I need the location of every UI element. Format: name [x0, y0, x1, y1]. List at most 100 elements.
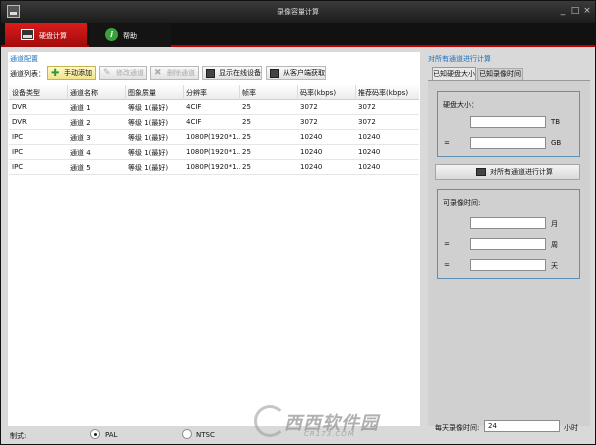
add-channel-button[interactable]: ✚ 手动添加: [47, 66, 96, 80]
cell-channel-name: 通道 5: [70, 164, 91, 172]
cell-bitrate: 3072: [300, 118, 318, 126]
disk-size-tb-input[interactable]: [470, 116, 546, 128]
table-row[interactable]: DVR 通道 1 等级 1(最好) 4CIF 25 3072 3072: [9, 100, 419, 115]
calc-panel-title: 对所有通道进行计算: [428, 55, 491, 63]
cell-bitrate: 3072: [300, 103, 318, 111]
window-title: 录像容量计算: [277, 8, 319, 16]
month-unit-label: 月: [551, 220, 558, 228]
maximize-button[interactable]: □: [569, 6, 581, 17]
cell-device-type: DVR: [12, 118, 27, 126]
column-divider: [183, 85, 184, 100]
show-online-devices-button[interactable]: 显示在线设备: [202, 66, 262, 80]
pencil-icon: ✎: [103, 68, 111, 78]
week-unit-label: 周: [551, 241, 558, 249]
cell-device-type: IPC: [12, 133, 24, 141]
cell-quality: 等级 1(最好): [128, 149, 169, 157]
equals-label: =: [444, 240, 450, 248]
record-time-group: 可录像时间: 月 = 周 = 天: [437, 189, 580, 279]
record-days-field: [470, 259, 546, 271]
channel-table: 设备类型 通道名称 图象质量 分辨率 帧率 码率(kbps) 推荐码率(kbps…: [9, 85, 419, 175]
record-weeks-field: [470, 238, 546, 250]
table-row[interactable]: IPC 通道 5 等级 1(最好) 1080P(1920*1... 25 102…: [9, 160, 419, 175]
get-from-client-label: 从客户端获取: [283, 69, 325, 77]
cell-recommended-bitrate: 10240: [358, 133, 381, 141]
tab-known-record-time[interactable]: 已知录像时间: [477, 68, 523, 80]
cell-quality: 等级 1(最好): [128, 134, 169, 142]
cell-frame-rate: 25: [242, 103, 251, 111]
daily-record-hours-input[interactable]: 24: [484, 420, 560, 432]
ntsc-radio[interactable]: [182, 429, 192, 439]
cell-quality: 等级 1(最好): [128, 104, 169, 112]
cell-channel-name: 通道 4: [70, 149, 91, 157]
equals-label: =: [444, 261, 450, 269]
pal-radio[interactable]: [90, 429, 100, 439]
edit-channel-button[interactable]: ✎ 修改通道: [99, 66, 147, 80]
section-title: 通道配置: [10, 55, 38, 63]
delete-channel-button[interactable]: ✖ 删除通道: [150, 66, 199, 80]
column-header[interactable]: 推荐码率(kbps): [358, 88, 418, 98]
cell-quality: 等级 1(最好): [128, 119, 169, 127]
add-channel-label: 手动添加: [64, 69, 92, 77]
client-icon: [270, 69, 279, 78]
cell-resolution: 4CIF: [186, 103, 202, 111]
cell-frame-rate: 25: [242, 133, 251, 141]
table-row[interactable]: IPC 通道 3 等级 1(最好) 1080P(1920*1... 25 102…: [9, 130, 419, 145]
ntsc-label[interactable]: NTSC: [196, 431, 215, 439]
cell-recommended-bitrate: 3072: [358, 118, 376, 126]
main-toolbar: 硬盘计算 i 帮助: [1, 23, 595, 47]
column-divider: [355, 85, 356, 100]
table-row[interactable]: DVR 通道 2 等级 1(最好) 4CIF 25 3072 3072: [9, 115, 419, 130]
column-header[interactable]: 设备类型: [12, 88, 66, 98]
cell-resolution: 4CIF: [186, 118, 202, 126]
column-divider: [239, 85, 240, 100]
calculate-all-channels-button[interactable]: 对所有通道进行计算: [435, 164, 580, 180]
tb-unit-label: TB: [551, 118, 561, 126]
calculator-icon: [476, 168, 486, 176]
column-divider: [125, 85, 126, 100]
column-header[interactable]: 图象质量: [128, 88, 182, 98]
gb-unit-label: GB: [551, 139, 562, 147]
column-header[interactable]: 码率(kbps): [300, 88, 354, 98]
column-header[interactable]: 分辨率: [186, 88, 240, 98]
cell-device-type: IPC: [12, 163, 24, 171]
cell-resolution: 1080P(1920*1...: [186, 163, 240, 171]
watermark-subtext: CR173.COM: [304, 430, 355, 438]
table-header: 设备类型 通道名称 图象质量 分辨率 帧率 码率(kbps) 推荐码率(kbps…: [9, 85, 419, 100]
title-bar[interactable]: 录像容量计算 _ □ ×: [1, 1, 595, 23]
hard-disk-icon: [21, 29, 34, 40]
minimize-button[interactable]: _: [557, 6, 569, 17]
plus-icon: ✚: [51, 68, 60, 79]
hours-unit-label: 小时: [564, 424, 578, 432]
column-header[interactable]: 帧率: [242, 88, 296, 98]
day-unit-label: 天: [551, 262, 558, 270]
cell-frame-rate: 25: [242, 118, 251, 126]
disk-size-gb-input[interactable]: [470, 137, 546, 149]
record-months-field: [470, 217, 546, 229]
delete-icon: ✖: [154, 68, 162, 78]
watermark: 西西软件园 CR173.COM: [248, 403, 418, 443]
cell-bitrate: 10240: [300, 163, 323, 171]
record-time-label: 可录像时间:: [443, 199, 481, 207]
tab-help-label: 帮助: [123, 32, 137, 40]
cell-bitrate: 10240: [300, 148, 323, 156]
disk-size-label: 硬盘大小：: [443, 101, 478, 109]
pal-label[interactable]: PAL: [105, 431, 117, 439]
info-icon: i: [105, 28, 118, 41]
column-header[interactable]: 通道名称: [70, 88, 124, 98]
delete-channel-label: 删除通道: [167, 69, 195, 77]
table-row[interactable]: IPC 通道 4 等级 1(最好) 1080P(1920*1... 25 102…: [9, 145, 419, 160]
tab-help[interactable]: i 帮助: [89, 23, 171, 47]
tab-disk-calc-label: 硬盘计算: [39, 32, 67, 40]
get-from-client-button[interactable]: 从客户端获取: [266, 66, 326, 80]
cell-channel-name: 通道 1: [70, 104, 91, 112]
tab-disk-calc[interactable]: 硬盘计算: [5, 23, 87, 47]
channel-list-label: 通道列表：: [10, 70, 45, 78]
cell-channel-name: 通道 3: [70, 134, 91, 142]
cell-frame-rate: 25: [242, 148, 251, 156]
tab-known-disk-size[interactable]: 已知硬盘大小: [432, 67, 476, 80]
close-button[interactable]: ×: [581, 6, 593, 17]
watermark-logo-icon: [254, 405, 286, 437]
cell-bitrate: 10240: [300, 133, 323, 141]
calc-panel: 硬盘大小： TB = GB 对所有通道进行计算 可录像时间: 月 = 周 = 天…: [428, 80, 590, 432]
cell-recommended-bitrate: 3072: [358, 103, 376, 111]
